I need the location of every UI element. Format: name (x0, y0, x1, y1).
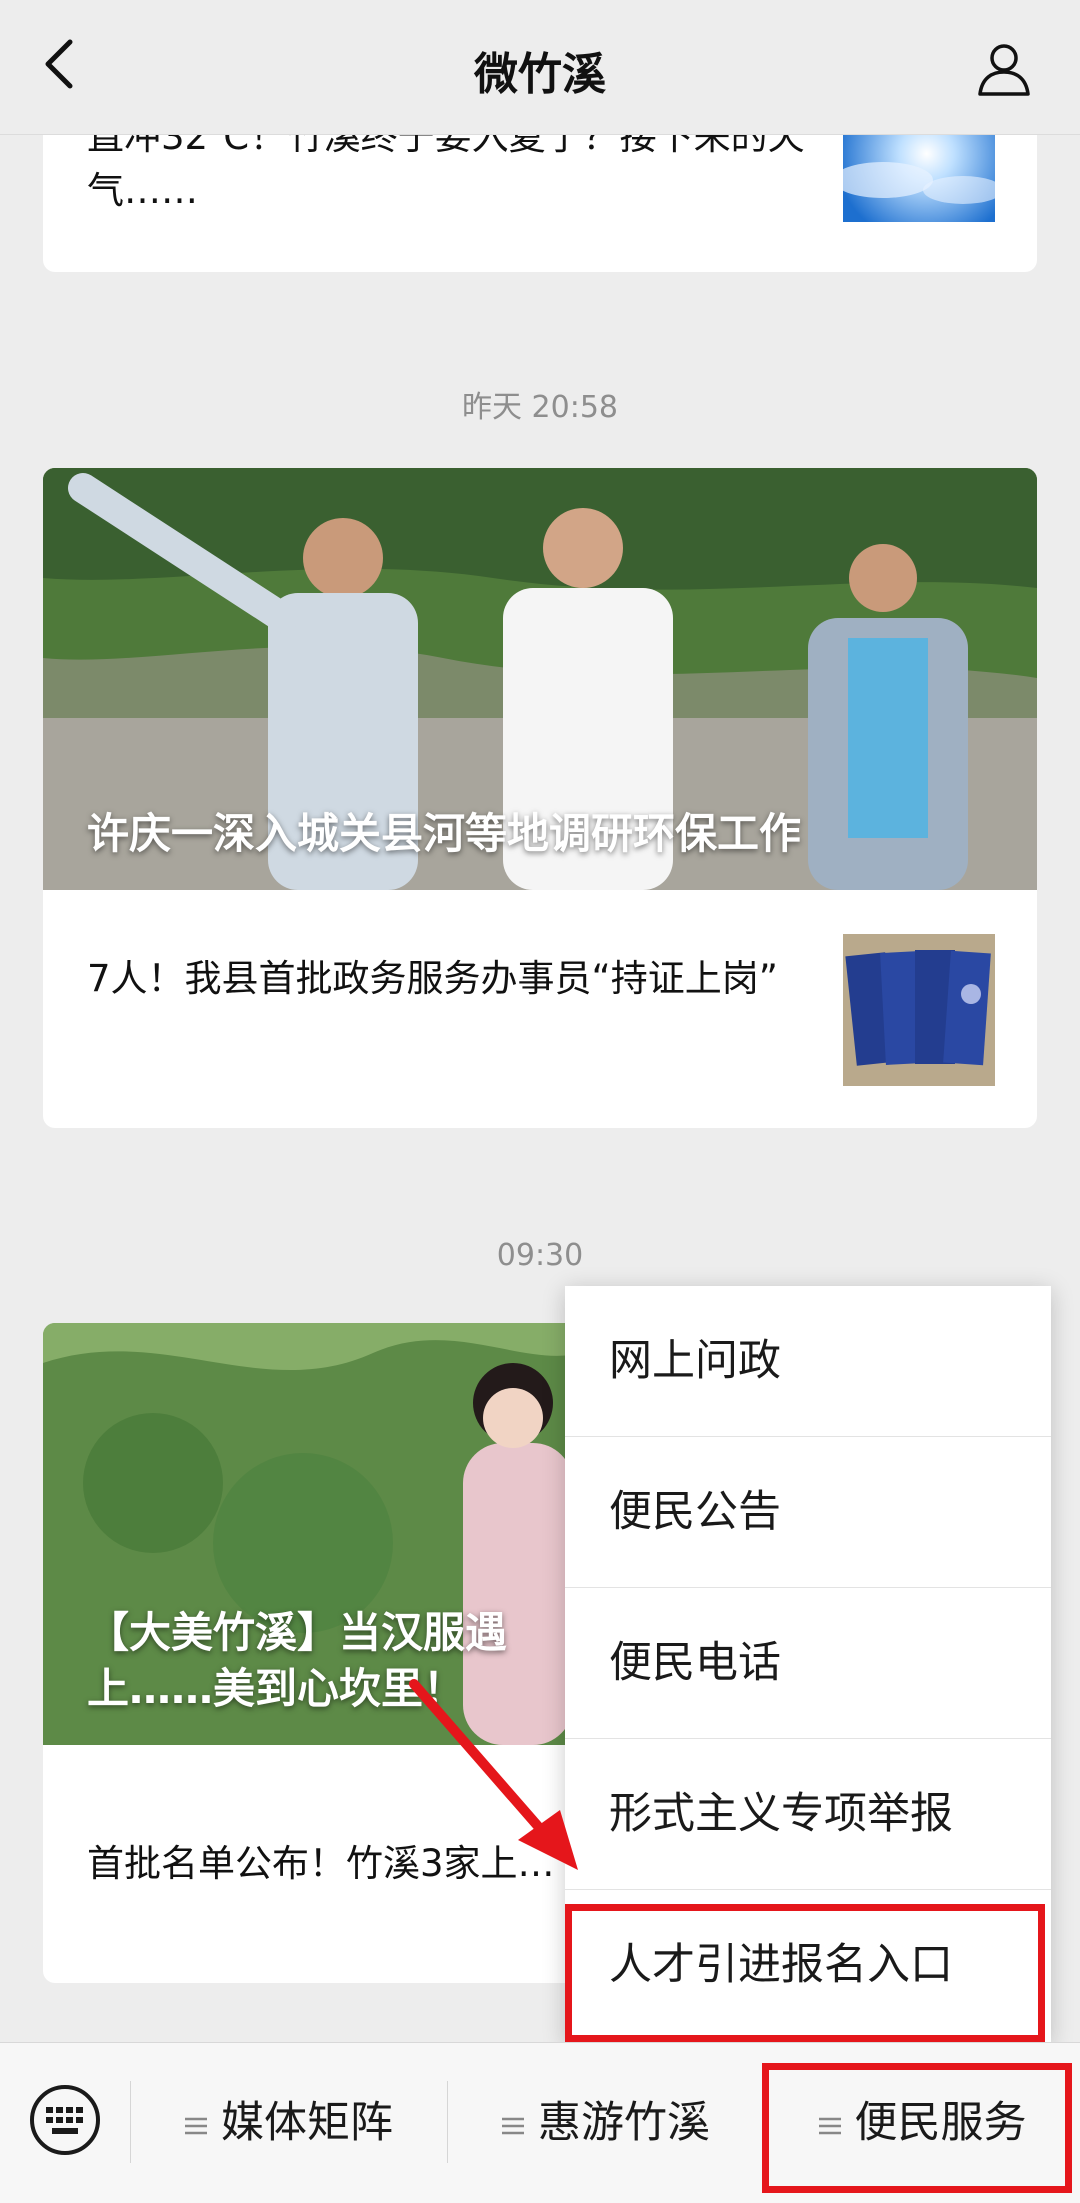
keyboard-icon[interactable] (28, 2083, 102, 2157)
article-thumbnail (843, 934, 995, 1086)
menu-item-online-inquiry[interactable]: 网上问政 (565, 1286, 1051, 1437)
timestamp: 昨天 20:58 (462, 390, 618, 425)
nav-header: 微竹溪 (0, 0, 1080, 135)
menu-item-public-notice[interactable]: 便民公告 (565, 1437, 1051, 1588)
menu-item-formalism-report[interactable]: 形式主义专项举报 (565, 1739, 1051, 1890)
annotation-arrow-icon (409, 1679, 578, 1870)
tab-tour-zhuxi[interactable]: 惠游竹溪 (448, 2043, 764, 2203)
hero-image[interactable]: 许庆一深入城关县河等地调研环保工作 (43, 468, 1037, 890)
tab-label: 惠游竹溪 (538, 2098, 710, 2148)
timestamp: 09:30 (496, 1238, 584, 1273)
highlight-box (565, 1904, 1045, 2042)
tab-media-matrix[interactable]: 媒体矩阵 (131, 2043, 447, 2203)
menu-item-service-phone[interactable]: 便民电话 (565, 1588, 1051, 1739)
page-title: 微竹溪 (474, 49, 606, 100)
hero-title: 许庆一深入城关县河等地调研环保工作 (87, 809, 802, 858)
menu-lines-icon (502, 2117, 524, 2134)
article-group-card[interactable]: 许庆一深入城关县河等地调研环保工作 7人！我县首批政务服务办事员“持证上岗” (43, 468, 1037, 1128)
sub-article[interactable]: 7人！我县首批政务服务办事员“持证上岗” (43, 890, 1037, 1128)
profile-icon[interactable] (974, 38, 1034, 98)
sub-article-title: 7人！我县首批政务服务办事员“持证上岗” (87, 957, 778, 1000)
menu-lines-icon (185, 2117, 207, 2134)
highlight-box (762, 2063, 1072, 2193)
tab-label: 媒体矩阵 (221, 2098, 393, 2148)
